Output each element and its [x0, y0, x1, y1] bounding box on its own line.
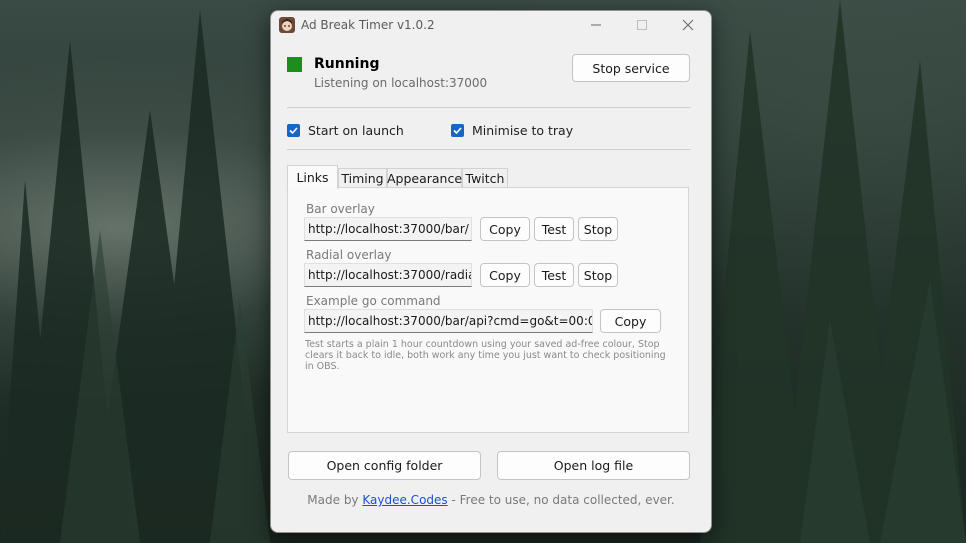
close-button[interactable]	[665, 11, 711, 39]
footer-suffix: - Free to use, no data collected, ever.	[451, 493, 675, 507]
close-icon	[682, 19, 694, 31]
footer-prefix: Made by	[307, 493, 359, 507]
divider	[287, 107, 691, 108]
radial-test-button[interactable]: Test	[534, 263, 574, 287]
minimise-to-tray-label: Minimise to tray	[472, 123, 574, 138]
bar-copy-button[interactable]: Copy	[480, 217, 530, 241]
bar-overlay-label: Bar overlay	[306, 202, 375, 216]
avatar-icon	[279, 17, 295, 33]
links-hint-text: Test starts a plain 1 hour countdown usi…	[305, 339, 666, 372]
status-title: Running	[314, 56, 380, 72]
kaydee-codes-link[interactable]: Kaydee.Codes	[362, 493, 447, 507]
checkmark-icon	[453, 127, 462, 135]
divider	[287, 149, 691, 150]
radial-stop-button[interactable]: Stop	[578, 263, 618, 287]
app-window: Ad Break Timer v1.0.2 Running Listening …	[270, 10, 712, 533]
stop-service-button[interactable]: Stop service	[572, 54, 690, 82]
open-config-folder-button[interactable]: Open config folder	[288, 451, 481, 480]
go-command-url-field[interactable]: http://localhost:37000/bar/api?cmd=go&t=…	[304, 309, 593, 333]
status-indicator	[287, 57, 302, 72]
tab-twitch[interactable]: Twitch	[462, 168, 508, 188]
radial-copy-button[interactable]: Copy	[480, 263, 530, 287]
radial-overlay-label: Radial overlay	[306, 248, 392, 262]
checkmark-icon	[289, 127, 298, 135]
minimize-icon	[591, 24, 601, 26]
bar-test-button[interactable]: Test	[534, 217, 574, 241]
minimize-button[interactable]	[573, 11, 619, 39]
open-log-file-button[interactable]: Open log file	[497, 451, 690, 480]
bar-stop-button[interactable]: Stop	[578, 217, 618, 241]
links-panel: Bar overlay http://localhost:37000/bar/ …	[287, 187, 689, 433]
start-on-launch-checkbox[interactable]	[287, 124, 300, 137]
go-copy-button[interactable]: Copy	[600, 309, 661, 333]
radial-overlay-url-field[interactable]: http://localhost:37000/radial/	[304, 263, 472, 287]
window-title: Ad Break Timer v1.0.2	[301, 18, 435, 32]
tab-links[interactable]: Links	[287, 165, 338, 189]
maximize-icon	[637, 20, 647, 30]
title-bar[interactable]: Ad Break Timer v1.0.2	[271, 11, 711, 41]
go-command-label: Example go command	[306, 294, 441, 308]
bar-overlay-url-field[interactable]: http://localhost:37000/bar/	[304, 217, 472, 241]
start-on-launch-option[interactable]: Start on launch	[287, 123, 404, 138]
minimise-to-tray-option[interactable]: Minimise to tray	[451, 123, 573, 138]
start-on-launch-label: Start on launch	[308, 123, 404, 138]
maximize-button[interactable]	[619, 11, 665, 39]
tab-timing[interactable]: Timing	[338, 168, 387, 188]
footer: Made by Kaydee.Codes - Free to use, no d…	[271, 493, 711, 507]
minimise-to-tray-checkbox[interactable]	[451, 124, 464, 137]
tab-appearance[interactable]: Appearance	[387, 168, 462, 188]
status-detail: Listening on localhost:37000	[314, 76, 488, 90]
